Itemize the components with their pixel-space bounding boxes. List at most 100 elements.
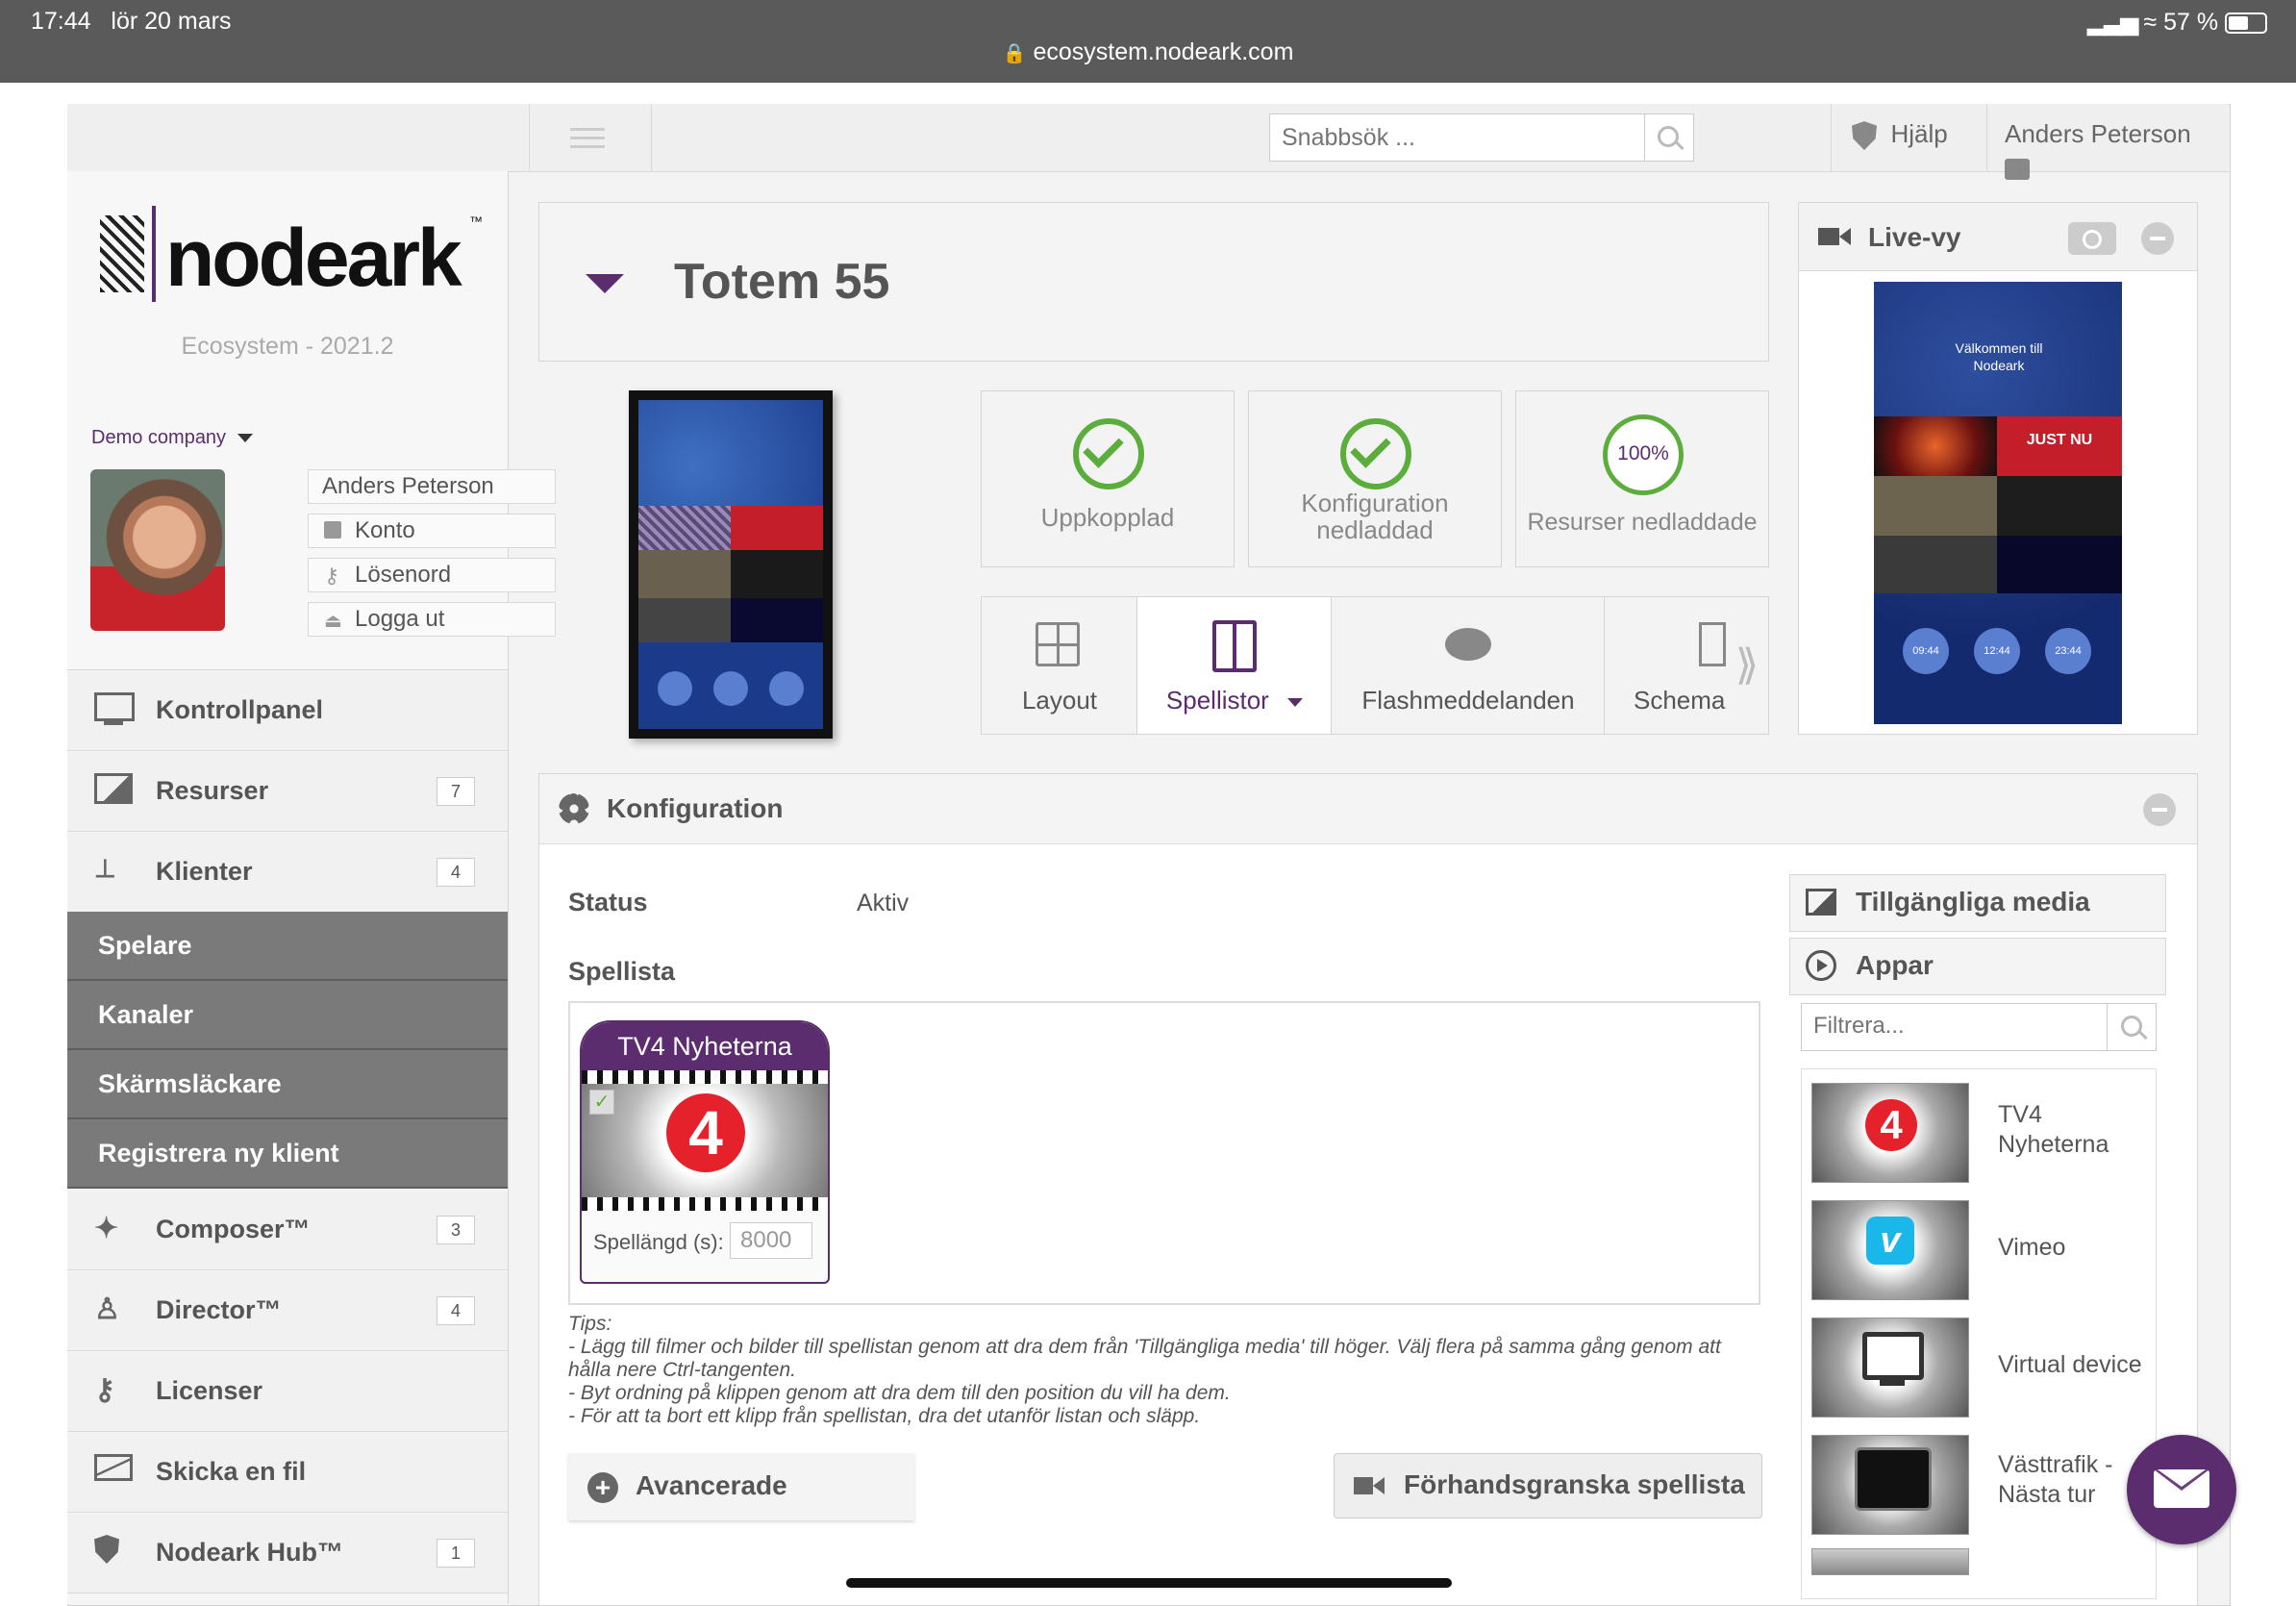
vimeo-logo-icon: v <box>1866 1217 1914 1265</box>
image-icon <box>1806 889 1836 916</box>
collapse-caret-icon[interactable] <box>586 274 624 293</box>
key-icon: ⚷ <box>94 1374 115 1406</box>
status-label: Status <box>568 888 648 916</box>
monitor-icon <box>1862 1332 1924 1380</box>
nav-count: 3 <box>437 1216 475 1244</box>
live-view-panel: Live-vy Välkommen till Nodeark JUST NU 0… <box>1798 202 2198 735</box>
media-item[interactable]: v Vimeo <box>1802 1196 2158 1304</box>
tab-spellistor[interactable]: Spellistor <box>1136 596 1333 735</box>
shield-icon <box>1852 121 1877 151</box>
device-preview <box>629 390 833 739</box>
battery-icon <box>2225 13 2267 35</box>
company-select[interactable]: Demo company <box>91 427 253 449</box>
subnav-kanaler[interactable]: Kanaler <box>67 981 508 1050</box>
welcome-text: Välkommen till Nodeark <box>1955 340 2043 373</box>
apps-header[interactable]: Appar <box>1789 938 2166 995</box>
tab-schema[interactable]: Schema ⟫ <box>1604 596 1769 735</box>
check-circle-icon <box>1340 418 1411 489</box>
monitor-icon <box>94 692 135 729</box>
vimeo-thumb: v <box>1811 1200 1969 1300</box>
account-block: Demo company Anders Peterson Konto ⚷ Lös… <box>67 396 556 670</box>
tv4-thumb: 4 <box>1811 1083 1969 1183</box>
nav-klienter[interactable]: ⊥ Klienter 4 <box>67 833 508 913</box>
mail-fab-button[interactable] <box>2127 1435 2236 1544</box>
status-connected: Uppkopplad <box>981 390 1235 567</box>
plus-circle-icon: + <box>587 1472 618 1503</box>
key-icon: ⚷ <box>324 564 340 588</box>
advanced-button[interactable]: + Avancerade <box>568 1453 914 1520</box>
media-item[interactable]: 4 TV4 Nyheterna <box>1802 1079 2158 1187</box>
url-text: ecosystem.nodeark.com <box>1033 38 1294 65</box>
nav-licenser[interactable]: ⚷ Licenser <box>67 1352 508 1432</box>
subnav-registrera[interactable]: Registrera ny klient <box>67 1119 508 1189</box>
clock-dial: 09:44 <box>1903 628 1949 674</box>
camera-icon[interactable] <box>2068 222 2116 255</box>
url-bar[interactable]: 🔒 ecosystem.nodeark.com <box>0 38 2296 66</box>
quick-search[interactable] <box>1269 113 1694 162</box>
lock-icon: 🔒 <box>1002 43 1027 64</box>
nav-count: 4 <box>437 858 475 887</box>
nav-kontrollpanel[interactable]: Kontrollpanel <box>67 671 508 751</box>
home-indicator[interactable] <box>846 1578 1452 1588</box>
live-view-title: Live-vy <box>1868 222 1961 252</box>
chevron-right-icon[interactable]: ⟫ <box>1726 597 1768 734</box>
nav-count: 7 <box>437 777 475 806</box>
lock-icon <box>2005 159 2030 181</box>
menu-toggle-icon[interactable] <box>529 104 652 171</box>
collapse-icon[interactable] <box>2141 222 2174 255</box>
clock-dial: 12:44 <box>1974 628 2020 674</box>
clip-duration-input[interactable] <box>730 1222 812 1259</box>
ios-status-bar: 17:44 lör 20 mars 🔒 ecosystem.nodeark.co… <box>0 0 2296 83</box>
media-item[interactable]: Västtrafik - Nästa tur <box>1802 1431 2158 1539</box>
filter-field[interactable] <box>1801 1003 2157 1051</box>
help-link[interactable]: Hjälp <box>1852 119 1948 151</box>
quick-search-input[interactable] <box>1270 114 1649 161</box>
collapse-icon[interactable] <box>2143 793 2176 826</box>
envelope-icon <box>94 1454 133 1491</box>
tv4-logo-icon: 4 <box>1865 1099 1917 1151</box>
account-link[interactable]: Konto <box>308 514 556 548</box>
clip-title: TV4 Nyheterna <box>582 1022 828 1076</box>
available-media-header[interactable]: Tillgängliga media <box>1789 874 2166 932</box>
live-screen: Välkommen till Nodeark JUST NU 09:44 12:… <box>1874 282 2122 724</box>
tab-layout[interactable]: Layout <box>981 596 1138 735</box>
subnav-spelare[interactable]: Spelare <box>67 912 508 981</box>
user-menu[interactable]: Anders Peterson <box>2005 119 2229 181</box>
tv4-logo-icon: 4 <box>666 1093 745 1172</box>
speech-bubble-icon <box>1445 628 1491 661</box>
nav-resurser[interactable]: Resurser 7 <box>67 752 508 832</box>
search-icon[interactable] <box>2107 1004 2156 1050</box>
nav-skicka-fil[interactable]: Skicka en fil <box>67 1433 508 1513</box>
nav-nodeark-hub[interactable]: Nodeark Hub™ 1 <box>67 1514 508 1593</box>
media-item-partial <box>1811 1548 1969 1575</box>
playlist-clip[interactable]: TV4 Nyheterna 4 ✓ Spellängd (s): <box>580 1020 830 1284</box>
search-icon[interactable] <box>1644 114 1693 161</box>
logo-text: nodeark <box>165 213 462 303</box>
media-item[interactable]: Virtual device <box>1802 1314 2158 1421</box>
playlist-dropzone[interactable]: TV4 Nyheterna 4 ✓ Spellängd (s): <box>568 1001 1760 1305</box>
page-title: Totem 55 <box>674 254 890 310</box>
envelope-icon <box>2154 1469 2209 1508</box>
video-camera-lens-icon <box>1373 1477 1385 1494</box>
clip-duration-label: Spellängd (s): <box>593 1230 724 1254</box>
top-bar: Hjälp Anders Peterson <box>67 104 2229 181</box>
wifi-icon: ≈ <box>2143 9 2158 36</box>
video-camera-icon <box>1818 228 1839 245</box>
just-nu-label: JUST NU <box>2026 432 2093 448</box>
person-icon: ♙ <box>94 1293 120 1325</box>
logout-link[interactable]: ⏏ Logga ut <box>308 602 556 637</box>
filter-input[interactable] <box>1802 1004 2100 1048</box>
play-circle-icon <box>1806 950 1836 981</box>
tab-flashmeddelanden[interactable]: Flashmeddelanden <box>1331 596 1606 735</box>
nav-director[interactable]: ♙ Director™ 4 <box>67 1271 508 1351</box>
progress-ring: 100% <box>1603 414 1684 495</box>
vasttrafik-thumb <box>1811 1435 1969 1535</box>
nav-composer[interactable]: ✦ Composer™ 3 <box>67 1191 508 1270</box>
preview-playlist-button[interactable]: Förhandsgranska spellista <box>1334 1453 1762 1518</box>
video-camera-icon <box>1354 1477 1373 1494</box>
subnav-skarmslackare[interactable]: Skärmsläckare <box>67 1050 508 1119</box>
router-icon: ⊥ <box>94 854 116 883</box>
avatar <box>90 469 225 631</box>
checkbox[interactable]: ✓ <box>589 1090 614 1115</box>
password-link[interactable]: ⚷ Lösenord <box>308 558 556 592</box>
